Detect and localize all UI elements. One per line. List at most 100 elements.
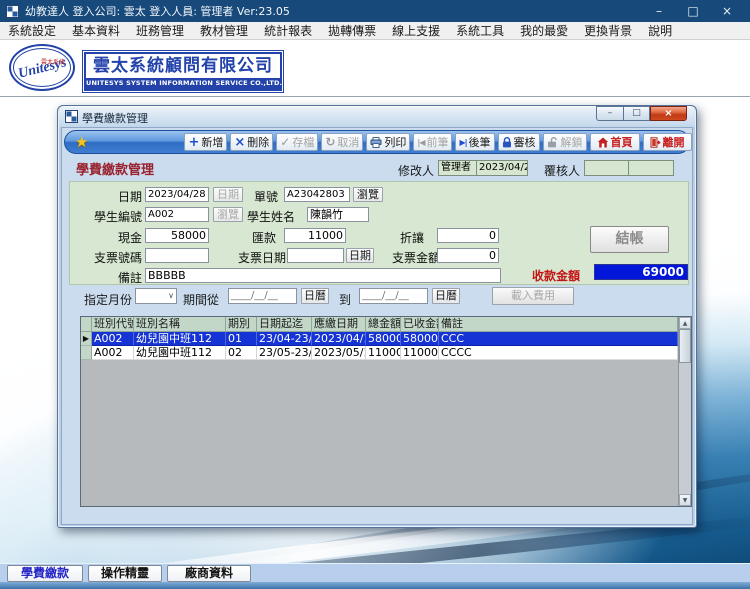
- tab-operation-wizard[interactable]: 操作精靈: [88, 565, 162, 582]
- child-window-icon: [65, 110, 78, 123]
- cash-label: 現金: [117, 231, 142, 245]
- settle-button[interactable]: 結帳: [590, 226, 669, 253]
- cancel-button[interactable]: ↻ 取消: [321, 133, 364, 151]
- reviewer-value: [585, 161, 629, 175]
- home-button-label: 首頁: [610, 136, 633, 149]
- col-note[interactable]: 備註: [439, 317, 678, 332]
- check-no-field[interactable]: [145, 248, 209, 263]
- menu-item-basic-data[interactable]: 基本資料: [64, 22, 128, 40]
- company-name: 雲太系統顧問有限公司: [93, 56, 273, 76]
- doc-browse-button[interactable]: 瀏覽: [353, 187, 383, 202]
- menu-item-materials[interactable]: 教材管理: [192, 22, 256, 40]
- toolbar-right-group: 首頁 離開: [589, 133, 692, 151]
- minimize-icon[interactable]: –: [642, 0, 676, 22]
- remit-field[interactable]: 11000: [284, 228, 346, 243]
- check-date-button[interactable]: 日期: [346, 248, 374, 263]
- unlock-icon: [547, 136, 559, 148]
- child-close-icon[interactable]: ×: [650, 106, 687, 121]
- menu-bar: 系統設定 基本資料 班務管理 教材管理 統計報表 拋轉傳票 線上支援 系統工具 …: [0, 22, 750, 40]
- menu-item-class-admin[interactable]: 班務管理: [128, 22, 192, 40]
- remit-label: 匯款: [252, 231, 277, 245]
- menu-item-reports[interactable]: 統計報表: [256, 22, 320, 40]
- menu-item-favorites[interactable]: 我的最愛: [512, 22, 576, 40]
- row-selector-cell: [81, 346, 92, 360]
- print-button[interactable]: 列印: [366, 133, 411, 151]
- student-id-field[interactable]: A002: [145, 207, 209, 222]
- prev-record-icon: |◀: [417, 137, 425, 147]
- student-browse-button[interactable]: 瀏覽: [213, 207, 243, 222]
- period-from-field[interactable]: ____/__/__: [228, 288, 297, 304]
- discount-field[interactable]: 0: [437, 228, 499, 243]
- col-class-name[interactable]: 班別名稱: [134, 317, 226, 332]
- cash-field[interactable]: 58000: [145, 228, 209, 243]
- audit-button[interactable]: 審核: [497, 133, 540, 151]
- maximize-icon[interactable]: □: [676, 0, 710, 22]
- reviewer-label: 覆核人: [544, 164, 581, 178]
- doc-no-field[interactable]: A23042803: [284, 187, 350, 202]
- print-button-label: 列印: [384, 136, 407, 149]
- menu-item-system-settings[interactable]: 系統設定: [0, 22, 64, 40]
- add-button-label: 新增: [201, 136, 224, 149]
- scroll-down-icon[interactable]: ▼: [679, 494, 691, 506]
- menu-item-system-tools[interactable]: 系統工具: [448, 22, 512, 40]
- col-total-amount[interactable]: 總金額: [366, 317, 401, 332]
- next-record-label: 後筆: [468, 136, 491, 149]
- load-fees-button[interactable]: 載入費用: [492, 287, 574, 305]
- period-to-label: 到: [339, 293, 352, 307]
- date-field[interactable]: 2023/04/28: [145, 187, 209, 202]
- tab-vendor-data[interactable]: 廠商資料: [167, 565, 251, 582]
- col-date-range[interactable]: 日期起迄: [257, 317, 312, 332]
- menu-item-change-background[interactable]: 更換背景: [576, 22, 640, 40]
- tuition-payment-window: 學費繳款管理 – □ × ★ + 新增 × 刪除 ✓ 存檔 ↻ 取消 列印 |◀…: [57, 105, 697, 528]
- exit-button[interactable]: 離開: [642, 133, 692, 151]
- tab-tuition-payment[interactable]: 學費繳款: [7, 565, 83, 582]
- close-icon[interactable]: ×: [710, 0, 744, 22]
- favorite-star-icon[interactable]: ★: [75, 132, 88, 152]
- calendar-from-button[interactable]: 日曆: [301, 288, 329, 304]
- col-class-code[interactable]: 班別代號: [92, 317, 134, 332]
- col-due-date[interactable]: 應繳日期: [312, 317, 366, 332]
- date-button[interactable]: 日期: [213, 187, 243, 202]
- menu-item-vouchers[interactable]: 拋轉傳票: [320, 22, 384, 40]
- home-button[interactable]: 首頁: [589, 133, 640, 151]
- table-scrollbar[interactable]: ▲ ▼: [678, 317, 691, 506]
- table-row[interactable]: A002 幼兒園中班112 02 23/05-23/05 2023/05/10 …: [81, 346, 678, 360]
- logo-seal-text: 雲太系統: [40, 59, 65, 66]
- x-icon: ×: [234, 134, 246, 150]
- child-minimize-icon[interactable]: –: [596, 106, 623, 121]
- child-window-titlebar[interactable]: 學費繳款管理 – □ ×: [59, 106, 695, 127]
- next-record-button[interactable]: ▶| 後筆: [455, 133, 495, 151]
- company-logo: Unitesys 雲太系統: [9, 44, 75, 91]
- modified-by-value: 管理者: [439, 161, 477, 175]
- prev-record-button[interactable]: |◀ 前筆: [413, 133, 453, 151]
- modified-by-label: 修改人: [398, 164, 435, 178]
- col-received-amount[interactable]: 已收金額: [401, 317, 439, 332]
- child-window-body: ★ + 新增 × 刪除 ✓ 存檔 ↻ 取消 列印 |◀ 前筆 ▶| 後筆 審核 …: [61, 127, 693, 525]
- unlock-button[interactable]: 解鎖: [542, 133, 587, 151]
- os-window-controls: – □ ×: [642, 0, 744, 22]
- calendar-to-button[interactable]: 日曆: [432, 288, 460, 304]
- scrollbar-thumb[interactable]: [679, 329, 691, 363]
- add-button[interactable]: + 新增: [184, 133, 228, 151]
- col-term[interactable]: 期別: [226, 317, 257, 332]
- toolbar-button-group: + 新增 × 刪除 ✓ 存檔 ↻ 取消 列印 |◀ 前筆 ▶| 後筆 審核 解鎖: [184, 133, 589, 151]
- scroll-up-icon[interactable]: ▲: [679, 317, 691, 329]
- save-button[interactable]: ✓ 存檔: [276, 133, 319, 151]
- received-amount-label: 收款金額: [532, 269, 581, 283]
- cell-class-name: 幼兒園中班112: [134, 332, 226, 346]
- period-to-field[interactable]: ____/__/__: [359, 288, 428, 304]
- home-icon: [597, 137, 609, 148]
- table-row[interactable]: ▶ A002 幼兒園中班112 01 23/04-23/04 2023/04/1…: [81, 332, 678, 346]
- delete-button[interactable]: × 刪除: [230, 133, 274, 151]
- month-select[interactable]: ∨: [135, 288, 177, 304]
- check-amount-field[interactable]: 0: [437, 248, 499, 263]
- child-maximize-icon[interactable]: □: [623, 106, 650, 121]
- row-marker-icon: ▶: [82, 334, 90, 343]
- check-date-field[interactable]: [287, 248, 344, 263]
- note-field[interactable]: BBBBB: [145, 268, 501, 283]
- menu-item-help[interactable]: 說明: [640, 22, 680, 40]
- student-name-field[interactable]: 陳韻竹: [307, 207, 369, 222]
- cell-term: 02: [226, 346, 257, 360]
- company-name-box: 雲太系統顧問有限公司 UNITESYS SYSTEM INFORMATION S…: [82, 50, 284, 93]
- menu-item-online-support[interactable]: 線上支援: [384, 22, 448, 40]
